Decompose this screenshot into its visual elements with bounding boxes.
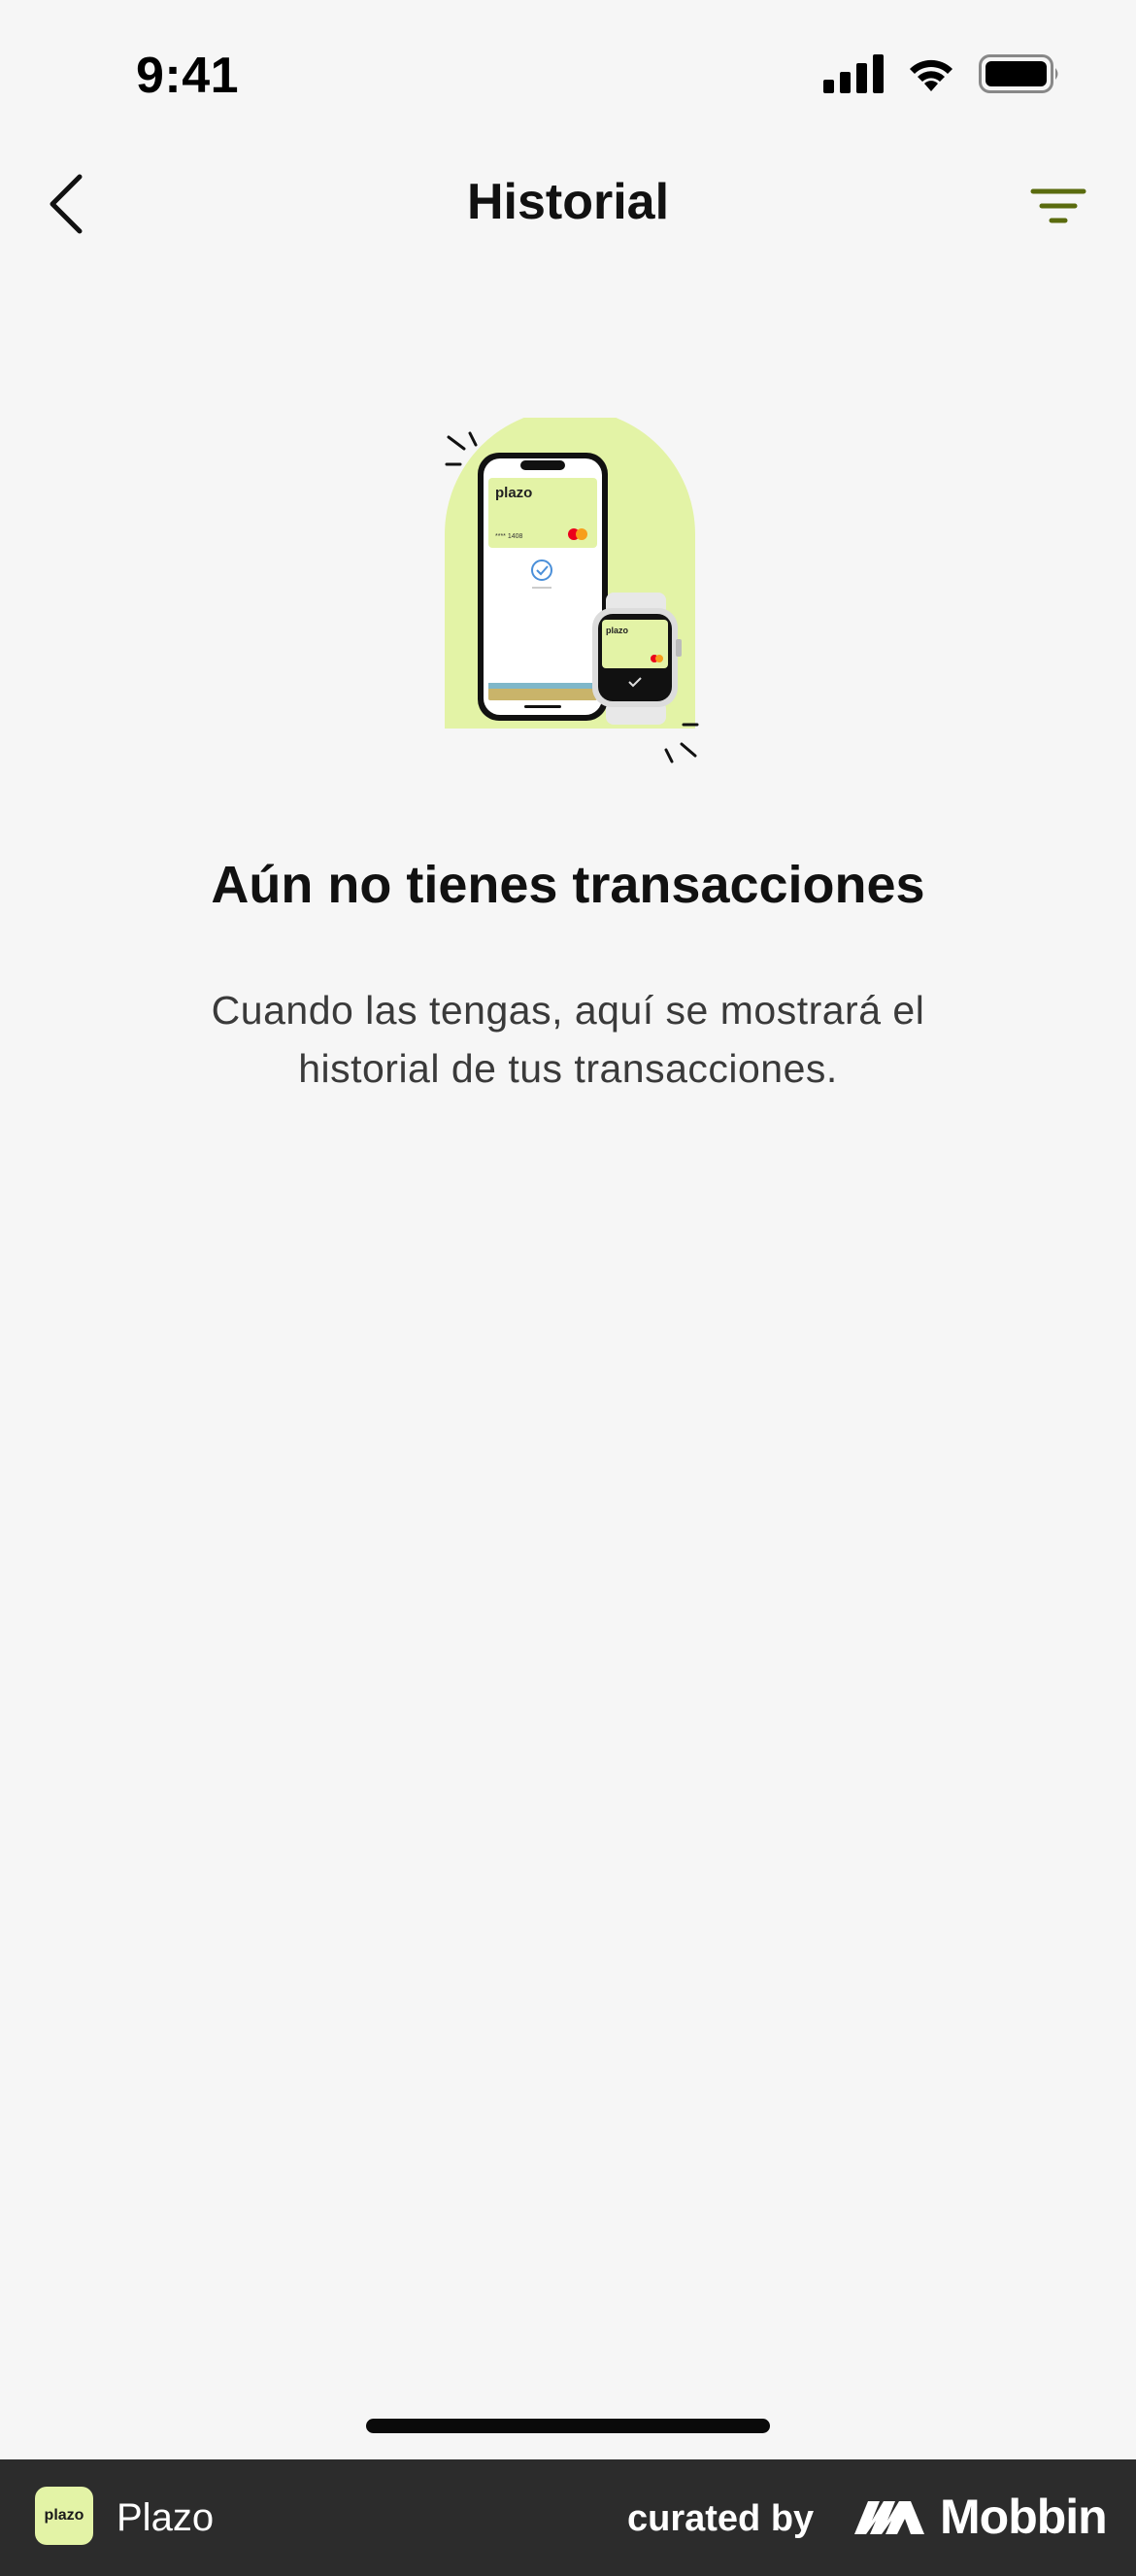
curated-by-label: curated by: [627, 2498, 815, 2539]
status-time: 9:41: [136, 48, 240, 104]
empty-state-title: Aún no tienes transacciones: [211, 856, 925, 914]
card-brand-text: plazo: [495, 485, 532, 501]
nav-bar: Historial: [0, 155, 1136, 248]
app-logo: plazo: [35, 2487, 93, 2545]
signal-icon: [823, 54, 884, 93]
phone-watch-illustration: plazo **** 1408 plazo: [445, 409, 699, 763]
empty-state-description: Cuando las tengas, aquí se mostrará el h…: [211, 988, 925, 1091]
footer-bar: plazo Plazo curated by Mobbin: [0, 2459, 1136, 2576]
page-title: Historial: [466, 174, 670, 230]
status-bar: 9:41: [0, 0, 1136, 146]
filter-button[interactable]: [1019, 177, 1097, 235]
empty-illustration: plazo **** 1408 plazo: [427, 409, 718, 767]
wifi-icon: [910, 59, 952, 91]
mobbin-logo-icon: [854, 2501, 924, 2534]
status-icons: [823, 54, 1060, 93]
brand-name: Mobbin: [940, 2490, 1108, 2544]
home-indicator[interactable]: [366, 2419, 770, 2433]
filter-icon: [1030, 188, 1086, 223]
watch-brand-text: plazo: [606, 626, 629, 635]
app-name: Plazo: [117, 2496, 215, 2539]
battery-icon: [979, 54, 1058, 93]
mobbin-brand: Mobbin: [851, 2489, 1108, 2545]
card-number-text: **** 1408: [495, 533, 523, 540]
